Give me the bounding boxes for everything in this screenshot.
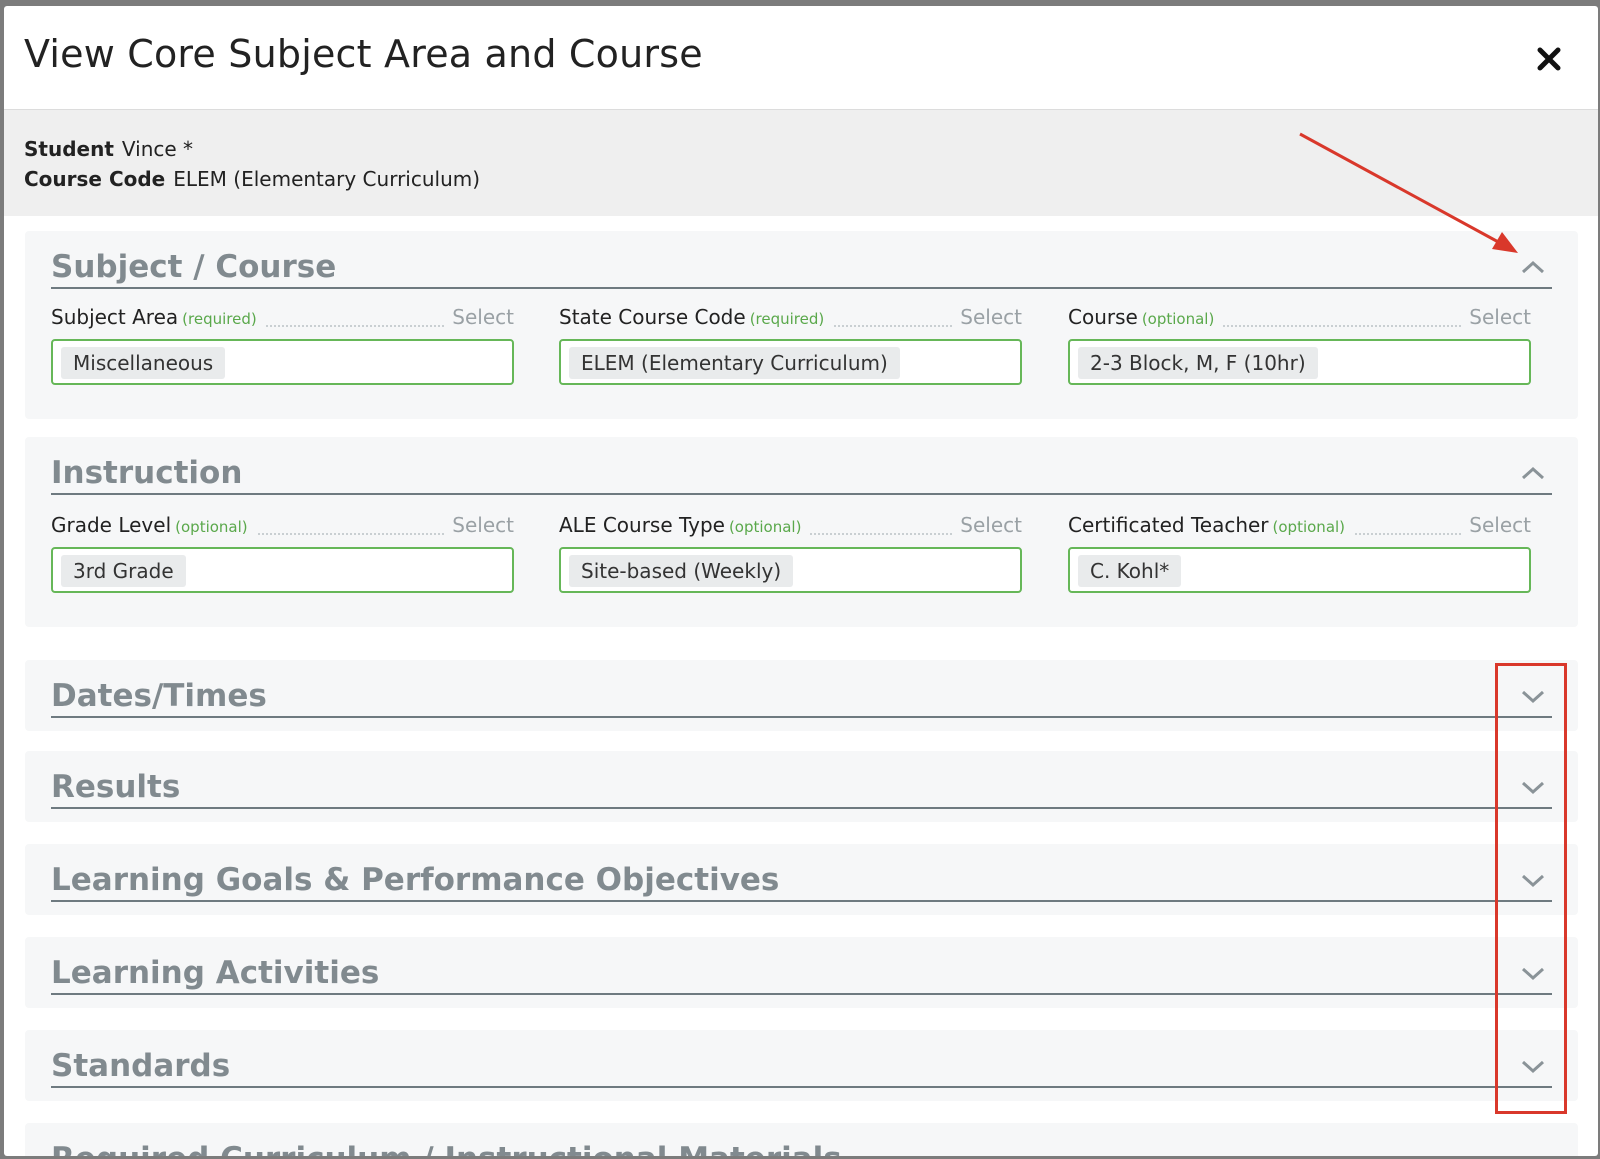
field-tag: (optional) bbox=[728, 518, 802, 536]
modal-title: View Core Subject Area and Course bbox=[24, 32, 703, 76]
field-label-text: Grade Level bbox=[51, 513, 172, 537]
selected-value-chip: 2-3 Block, M, F (10hr) bbox=[1078, 347, 1318, 379]
chevron-down-icon[interactable] bbox=[1520, 872, 1546, 888]
select-link[interactable]: Select bbox=[954, 513, 1022, 537]
section-dates-times: Dates/Times bbox=[25, 660, 1578, 731]
course-field: Course (optional) Select 2-3 Block, M, F … bbox=[1068, 303, 1531, 385]
info-bar: Student Vince * Course Code ELEM (Elementa… bbox=[4, 110, 1598, 216]
section-subject-course: Subject / Course Subject Area (required) … bbox=[25, 231, 1578, 419]
field-label-text: Subject Area bbox=[51, 305, 179, 329]
section-header[interactable]: Learning Goals & Performance Objectives bbox=[51, 844, 1552, 902]
field-label: State Course Code (required) bbox=[559, 305, 833, 329]
section-header[interactable]: Instruction bbox=[51, 437, 1552, 495]
select-link[interactable]: Select bbox=[446, 305, 514, 329]
section-header[interactable]: Dates/Times bbox=[51, 660, 1552, 718]
course-select[interactable]: 2-3 Block, M, F (10hr) bbox=[1068, 339, 1531, 385]
section-header[interactable]: Learning Activities bbox=[51, 937, 1552, 995]
selected-value-chip: ELEM (Elementary Curriculum) bbox=[569, 347, 900, 379]
chevron-up-icon[interactable] bbox=[1520, 259, 1546, 275]
section-header[interactable]: Results bbox=[51, 751, 1552, 809]
chevron-down-icon[interactable] bbox=[1520, 688, 1546, 704]
section-title: Results bbox=[51, 769, 181, 805]
close-icon bbox=[1537, 47, 1561, 71]
section-title: Learning Activities bbox=[51, 955, 380, 991]
section-learning-activities: Learning Activities bbox=[25, 937, 1578, 1008]
chevron-down-icon[interactable] bbox=[1520, 1058, 1546, 1074]
close-button[interactable] bbox=[1534, 44, 1564, 74]
course-code-value: ELEM (Elementary Curriculum) bbox=[173, 167, 481, 191]
ale-course-type-field: ALE Course Type (optional) Select Site-ba… bbox=[559, 511, 1022, 593]
field-label-text: State Course Code bbox=[559, 305, 746, 329]
section-instruction: Instruction Grade Level (optional) Select… bbox=[25, 437, 1578, 627]
chevron-up-icon[interactable] bbox=[1520, 465, 1546, 481]
section-results: Results bbox=[25, 751, 1578, 822]
select-link[interactable]: Select bbox=[1463, 305, 1531, 329]
field-label: Certificated Teacher (optional) bbox=[1068, 513, 1354, 537]
section-header[interactable]: Required Curriculum / Instructional Mate… bbox=[51, 1123, 1552, 1156]
state-course-code-select[interactable]: ELEM (Elementary Curriculum) bbox=[559, 339, 1022, 385]
section-title: Subject / Course bbox=[51, 249, 337, 285]
selected-value-chip: C. Kohl* bbox=[1078, 555, 1182, 587]
select-link[interactable]: Select bbox=[1463, 513, 1531, 537]
section-header[interactable]: Subject / Course bbox=[51, 231, 1552, 289]
field-label: Course (optional) bbox=[1068, 305, 1223, 329]
section-title: Instruction bbox=[51, 455, 243, 491]
certificated-teacher-field: Certificated Teacher (optional) Select C.… bbox=[1068, 511, 1531, 593]
chevron-down-icon[interactable] bbox=[1520, 965, 1546, 981]
selected-value-chip: Miscellaneous bbox=[61, 347, 226, 379]
modal-header: View Core Subject Area and Course bbox=[4, 6, 1598, 110]
field-tag: (required) bbox=[749, 310, 825, 328]
field-tag: (optional) bbox=[1141, 310, 1215, 328]
field-label-text: Certificated Teacher bbox=[1068, 513, 1269, 537]
field-label-text: Course bbox=[1068, 305, 1138, 329]
section-learning-goals: Learning Goals & Performance Objectives bbox=[25, 844, 1578, 915]
certificated-teacher-select[interactable]: C. Kohl* bbox=[1068, 547, 1531, 593]
section-title: Dates/Times bbox=[51, 678, 267, 714]
course-code-row: Course Code ELEM (Elementary Curriculum) bbox=[24, 164, 1578, 194]
field-label: ALE Course Type (optional) bbox=[559, 513, 810, 537]
section-required-curriculum: Required Curriculum / Instructional Mate… bbox=[25, 1123, 1578, 1156]
section-title: Learning Goals & Performance Objectives bbox=[51, 862, 780, 898]
section-standards: Standards bbox=[25, 1030, 1578, 1101]
subject-area-field: Subject Area (required) Select Miscellane… bbox=[51, 303, 514, 385]
state-course-code-field: State Course Code (required) Select ELEM … bbox=[559, 303, 1022, 385]
student-row: Student Vince * bbox=[24, 134, 1578, 164]
grade-level-select[interactable]: 3rd Grade bbox=[51, 547, 514, 593]
student-value: Vince * bbox=[121, 137, 194, 161]
ale-course-type-select[interactable]: Site-based (Weekly) bbox=[559, 547, 1022, 593]
field-tag: (optional) bbox=[175, 518, 248, 536]
select-link[interactable]: Select bbox=[954, 305, 1022, 329]
section-header[interactable]: Standards bbox=[51, 1030, 1552, 1088]
field-label: Grade Level (optional) bbox=[51, 513, 256, 537]
selected-value-chip: Site-based (Weekly) bbox=[569, 555, 794, 587]
modal-dialog: View Core Subject Area and Course Studen… bbox=[4, 6, 1598, 1156]
field-label: Subject Area (required) bbox=[51, 305, 265, 329]
student-label: Student bbox=[24, 137, 114, 161]
field-label-text: ALE Course Type bbox=[559, 513, 725, 537]
course-code-label: Course Code bbox=[24, 167, 166, 191]
field-tag: (optional) bbox=[1272, 518, 1346, 536]
grade-level-field: Grade Level (optional) Select 3rd Grade bbox=[51, 511, 514, 593]
subject-area-select[interactable]: Miscellaneous bbox=[51, 339, 514, 385]
chevron-down-icon[interactable] bbox=[1520, 779, 1546, 795]
select-link[interactable]: Select bbox=[446, 513, 514, 537]
section-title: Required Curriculum / Instructional Mate… bbox=[51, 1141, 842, 1156]
field-tag: (required) bbox=[182, 310, 257, 328]
section-title: Standards bbox=[51, 1048, 231, 1084]
selected-value-chip: 3rd Grade bbox=[61, 555, 186, 587]
